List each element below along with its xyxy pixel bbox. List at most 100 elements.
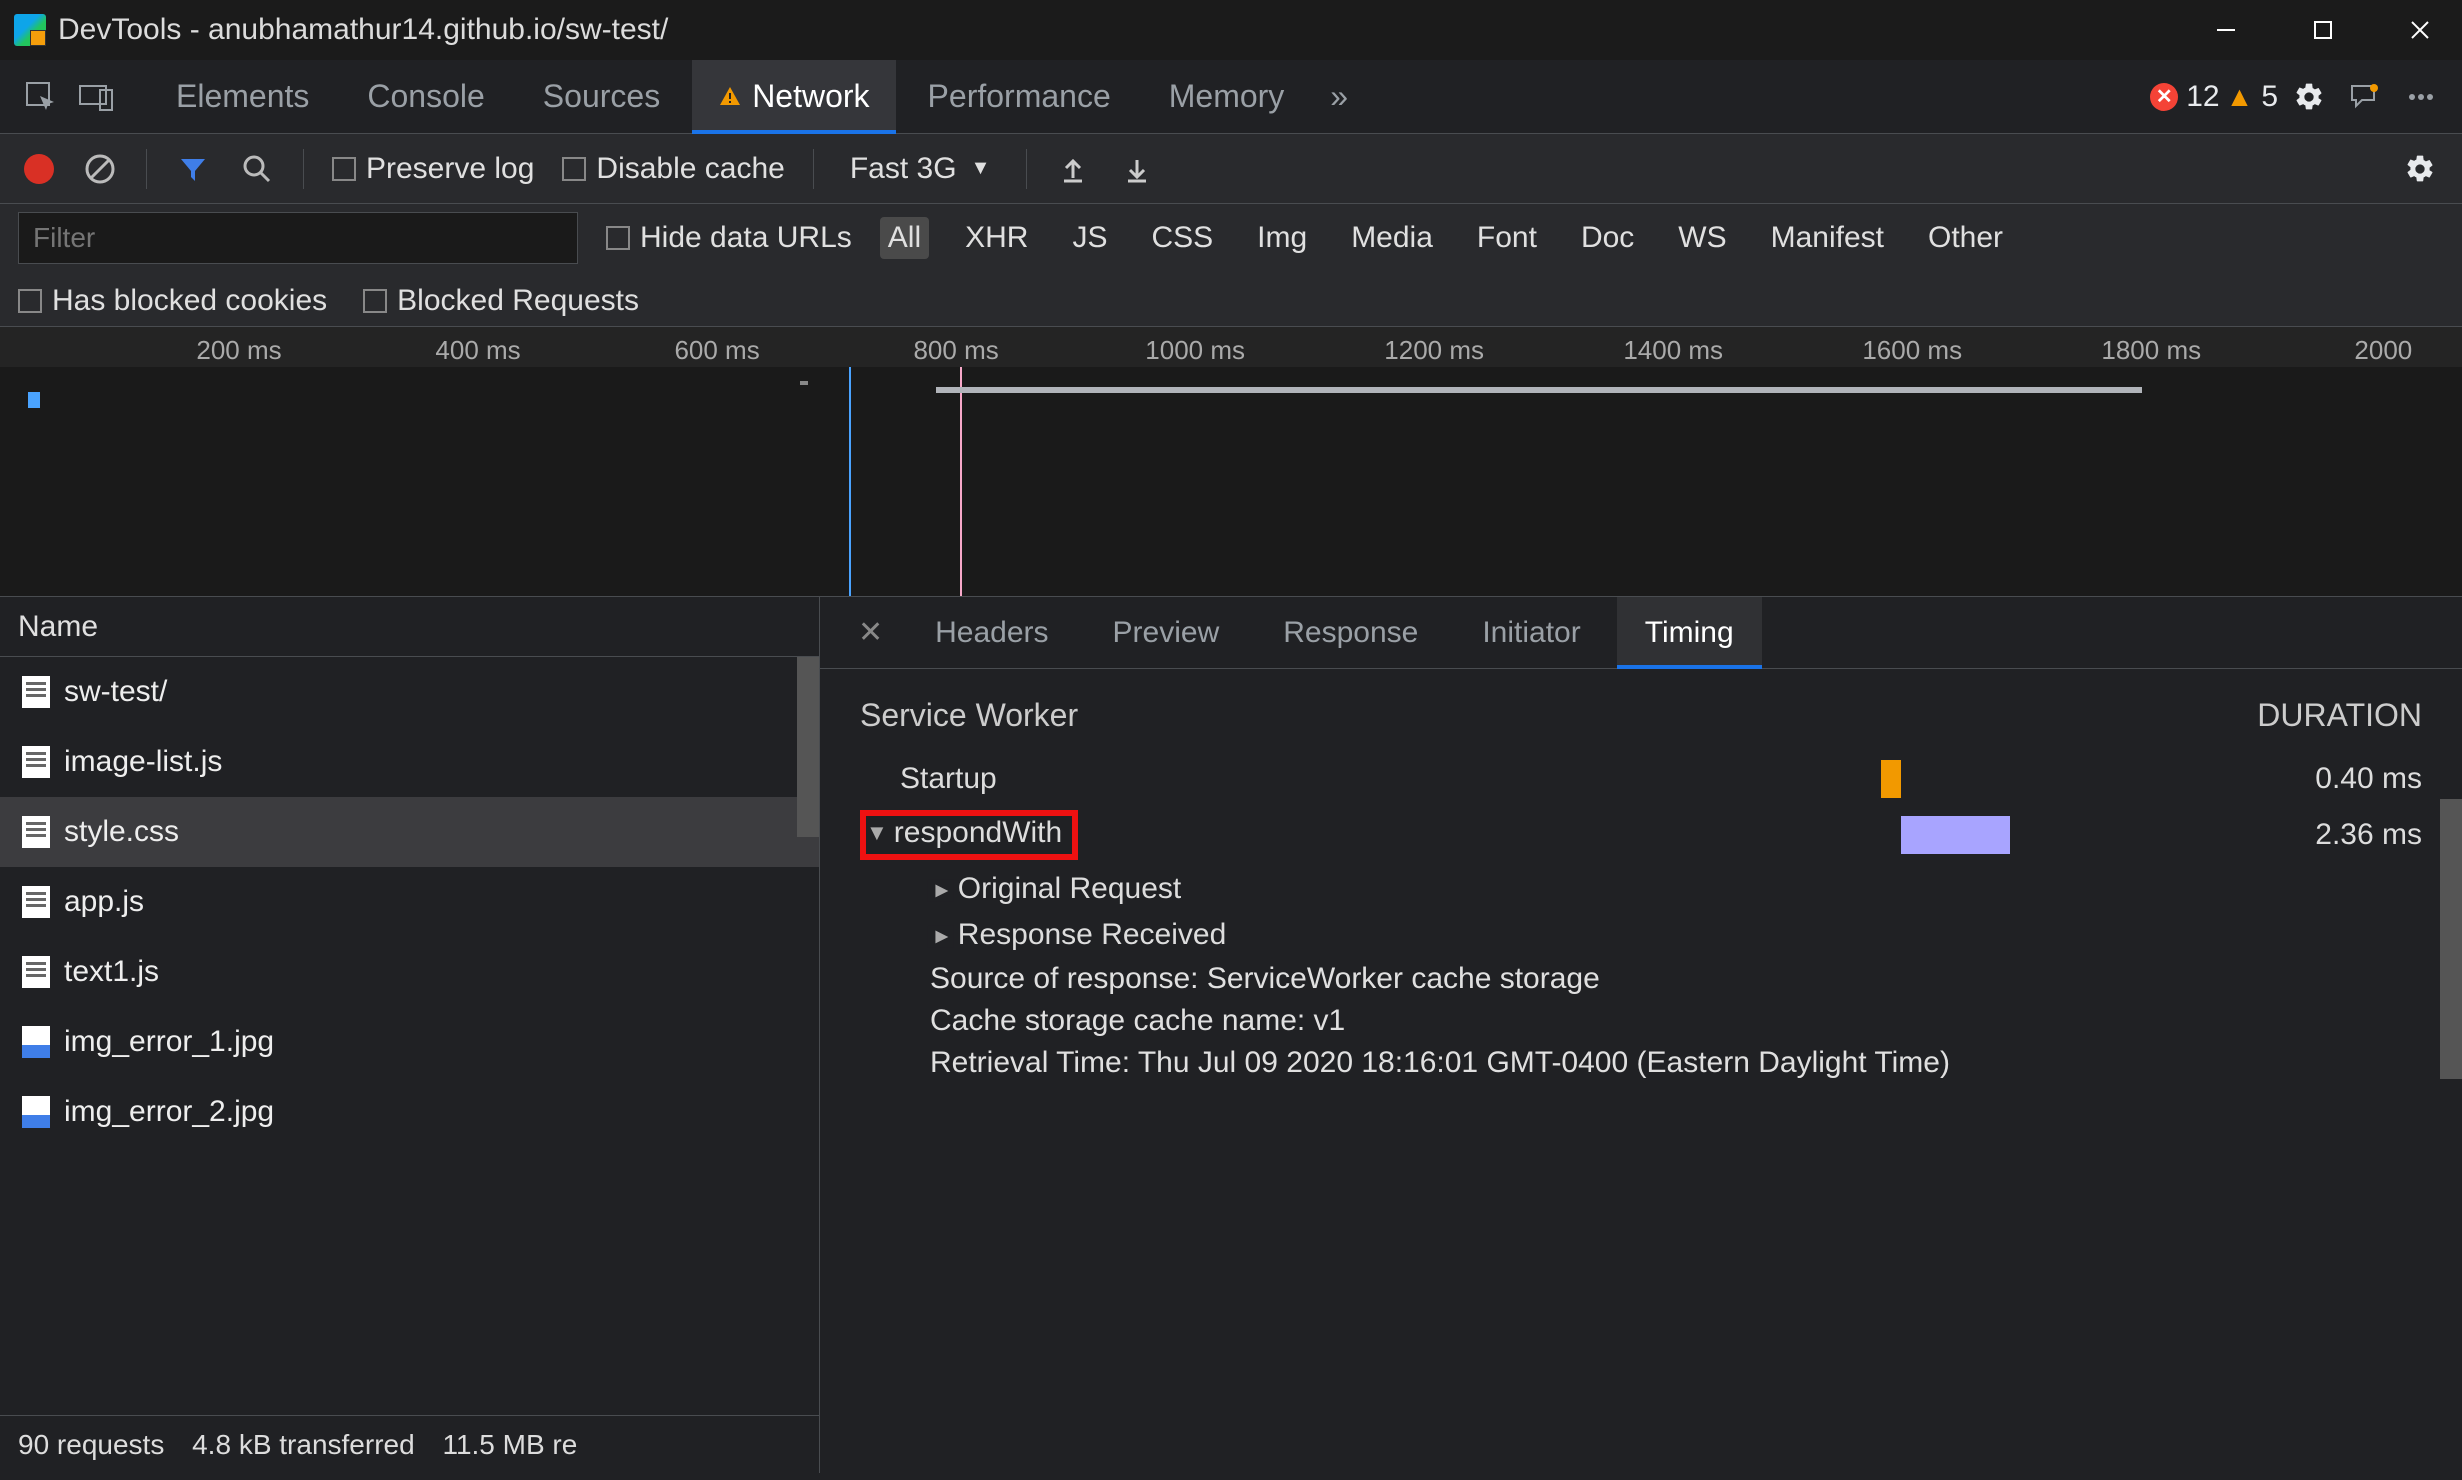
timing-sub-original-request[interactable]: ▼Original Request	[860, 866, 2422, 912]
request-name: text1.js	[64, 955, 159, 989]
devtools-tabbar: Elements Console Sources Network Perform…	[0, 60, 2462, 134]
settings-icon[interactable]	[2284, 72, 2334, 122]
name-header[interactable]: Name	[0, 597, 819, 657]
filter-bar: Hide data URLs All XHR JS CSS Img Media …	[0, 204, 2462, 327]
timing-sub-response-received[interactable]: ▼Response Received	[860, 912, 2422, 958]
document-file-icon	[22, 886, 50, 918]
detail-tab-timing[interactable]: Timing	[1617, 597, 1762, 668]
maximize-button[interactable]	[2280, 0, 2365, 60]
request-name: img_error_2.jpg	[64, 1095, 274, 1129]
upload-har-icon[interactable]	[1055, 151, 1091, 187]
filter-type-media[interactable]: Media	[1343, 217, 1441, 259]
document-file-icon	[22, 956, 50, 988]
device-toolbar-icon[interactable]	[72, 72, 122, 122]
startup-bar	[1881, 760, 1901, 798]
error-dot-icon: ✕	[2150, 83, 2178, 111]
timeline-tick: 1000 ms	[1145, 335, 1245, 366]
info-source: Source of response: ServiceWorker cache …	[860, 958, 2422, 1000]
tab-network[interactable]: Network	[692, 60, 895, 133]
has-blocked-cookies-checkbox[interactable]: Has blocked cookies	[18, 284, 327, 318]
tab-performance[interactable]: Performance	[902, 60, 1137, 133]
tab-sources[interactable]: Sources	[517, 60, 686, 133]
tab-memory[interactable]: Memory	[1143, 60, 1311, 133]
timeline-tick: 200 ms	[196, 335, 281, 366]
request-row[interactable]: style.css	[0, 797, 819, 867]
clear-icon[interactable]	[82, 151, 118, 187]
close-button[interactable]	[2377, 0, 2462, 60]
detail-tab-initiator[interactable]: Initiator	[1454, 597, 1608, 668]
detail-tab-headers[interactable]: Headers	[907, 597, 1076, 668]
request-row[interactable]: img_error_1.jpg	[0, 1007, 819, 1077]
request-row[interactable]: image-list.js	[0, 727, 819, 797]
document-file-icon	[22, 746, 50, 778]
collapse-triangle-icon: ▼	[928, 926, 954, 948]
window-titlebar: DevTools - anubhamathur14.github.io/sw-t…	[0, 0, 2462, 60]
hide-data-urls-checkbox[interactable]: Hide data URLs	[606, 221, 852, 255]
timeline-tick: 1200 ms	[1384, 335, 1484, 366]
info-retrieval-time: Retrieval Time: Thu Jul 09 2020 18:16:01…	[860, 1042, 2422, 1084]
warning-triangle-icon: ▲	[2226, 81, 2254, 113]
network-toolbar: Preserve log Disable cache Fast 3G▼	[0, 134, 2462, 204]
timing-row-respondwith[interactable]: ▼ respondWith 2.36 ms	[860, 804, 2422, 866]
filter-type-all[interactable]: All	[880, 217, 929, 259]
image-file-icon	[22, 1026, 50, 1058]
feedback-icon[interactable]	[2340, 72, 2390, 122]
detail-tab-response[interactable]: Response	[1255, 597, 1446, 668]
timeline-tick: 400 ms	[435, 335, 520, 366]
preserve-log-checkbox[interactable]: Preserve log	[332, 152, 534, 186]
collapse-triangle-icon: ▼	[928, 880, 954, 902]
status-bar: 90 requests 4.8 kB transferred 11.5 MB r…	[0, 1415, 819, 1473]
request-row[interactable]: img_error_2.jpg	[0, 1077, 819, 1147]
filter-type-other[interactable]: Other	[1920, 217, 2011, 259]
search-icon[interactable]	[239, 151, 275, 187]
timeline-tick: 1400 ms	[1623, 335, 1723, 366]
throttling-dropdown[interactable]: Fast 3G▼	[842, 152, 999, 186]
more-menu-icon[interactable]	[2396, 72, 2446, 122]
window-title: DevTools - anubhamathur14.github.io/sw-t…	[58, 13, 668, 47]
inspect-element-icon[interactable]	[16, 72, 66, 122]
request-row[interactable]: text1.js	[0, 937, 819, 1007]
download-har-icon[interactable]	[1119, 151, 1155, 187]
timeline-tick: 800 ms	[913, 335, 998, 366]
tab-console[interactable]: Console	[341, 60, 510, 133]
timeline-tick: 1800 ms	[2101, 335, 2201, 366]
scrollbar[interactable]	[797, 657, 819, 837]
request-name: image-list.js	[64, 745, 222, 779]
scrollbar[interactable]	[2440, 799, 2462, 1079]
respondwith-highlight: ▼ respondWith	[860, 810, 1078, 860]
document-file-icon	[22, 676, 50, 708]
timeline-tick: 1600 ms	[1862, 335, 1962, 366]
record-button[interactable]	[24, 154, 54, 184]
filter-icon[interactable]	[175, 151, 211, 187]
request-name: sw-test/	[64, 675, 167, 709]
filter-type-js[interactable]: JS	[1064, 217, 1115, 259]
timeline-tick: 600 ms	[674, 335, 759, 366]
request-row[interactable]: app.js	[0, 867, 819, 937]
warning-badge[interactable]: ▲ 5	[2226, 80, 2278, 114]
filter-type-manifest[interactable]: Manifest	[1763, 217, 1892, 259]
close-panel-icon[interactable]: ✕	[842, 615, 899, 650]
filter-type-xhr[interactable]: XHR	[957, 217, 1036, 259]
respondwith-bar	[1901, 816, 2010, 854]
info-cache-name: Cache storage cache name: v1	[860, 1000, 2422, 1042]
app-icon	[14, 14, 46, 46]
filter-type-css[interactable]: CSS	[1143, 217, 1221, 259]
blocked-requests-checkbox[interactable]: Blocked Requests	[363, 284, 639, 318]
detail-tab-preview[interactable]: Preview	[1085, 597, 1248, 668]
minimize-button[interactable]	[2183, 0, 2268, 60]
tab-elements[interactable]: Elements	[150, 60, 335, 133]
request-name: app.js	[64, 885, 144, 919]
filter-type-font[interactable]: Font	[1469, 217, 1545, 259]
filter-type-ws[interactable]: WS	[1670, 217, 1734, 259]
network-timeline[interactable]: 200 ms 400 ms 600 ms 800 ms 1000 ms 1200 ms 14…	[0, 327, 2462, 597]
detail-panel: ✕ Headers Preview Response Initiator Tim…	[820, 597, 2462, 1473]
request-row[interactable]: sw-test/	[0, 657, 819, 727]
disable-cache-checkbox[interactable]: Disable cache	[562, 152, 784, 186]
tabs-overflow[interactable]: »	[1316, 60, 1362, 133]
filter-type-img[interactable]: Img	[1249, 217, 1315, 259]
error-badge[interactable]: ✕ 12	[2150, 80, 2219, 114]
image-file-icon	[22, 1096, 50, 1128]
network-settings-icon[interactable]	[2402, 151, 2438, 187]
filter-input[interactable]	[18, 212, 578, 264]
filter-type-doc[interactable]: Doc	[1573, 217, 1642, 259]
